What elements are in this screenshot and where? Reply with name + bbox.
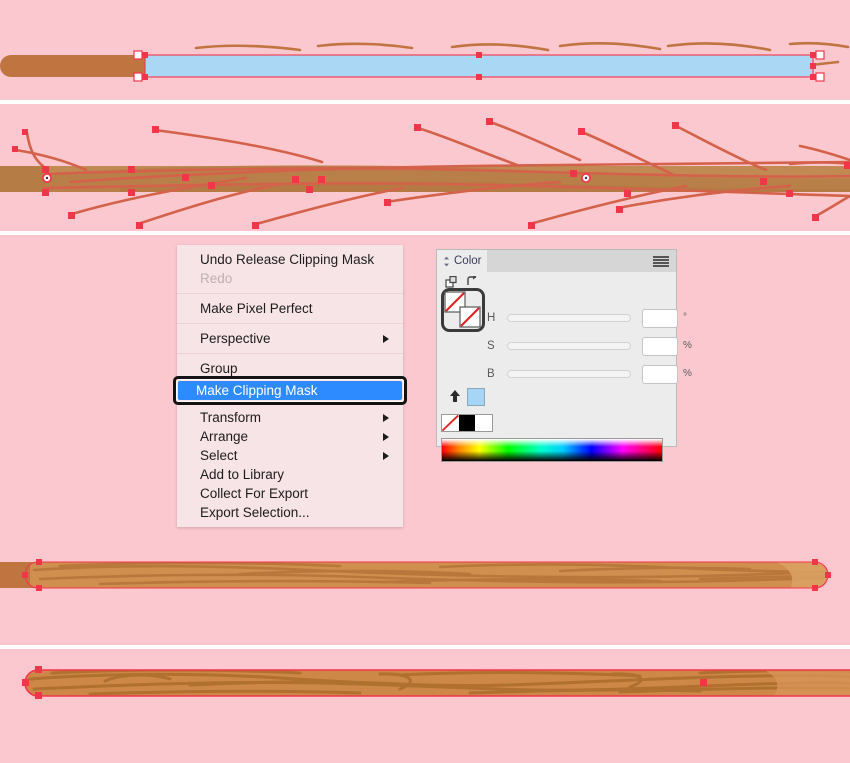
white-swatch[interactable] xyxy=(475,415,492,431)
menu-item-label: Export Selection... xyxy=(200,505,310,520)
artboard-band-3 xyxy=(0,235,850,548)
saturation-input[interactable] xyxy=(642,337,678,356)
artboard-band-2 xyxy=(0,104,850,231)
menu-item-label: Select xyxy=(200,448,238,463)
slider-row-s[interactable]: S % xyxy=(487,336,692,356)
panel-tab-bar: Color xyxy=(437,250,676,272)
menu-item-make-clipping-mask-highlight[interactable]: Make Clipping Mask xyxy=(173,376,407,405)
menu-item-label: Perspective xyxy=(200,331,271,346)
slider-row-b[interactable]: B % xyxy=(487,364,692,384)
default-fill-stroke-icon xyxy=(445,276,457,288)
saturation-unit: % xyxy=(683,340,692,351)
band5-artwork xyxy=(22,666,850,699)
menu-group-perspective: Perspective xyxy=(177,324,403,353)
menu-item-make-clipping-mask[interactable]: Make Clipping Mask xyxy=(178,381,402,400)
artboard-band-1 xyxy=(0,0,850,100)
menu-item-collect-for-export[interactable]: Collect For Export xyxy=(177,484,403,503)
hue-input[interactable] xyxy=(642,309,678,328)
chevron-right-icon xyxy=(383,432,389,441)
menu-item-export-selection[interactable]: Export Selection... xyxy=(177,503,403,522)
chevron-right-icon xyxy=(383,451,389,460)
menu-item-transform[interactable]: Transform xyxy=(177,408,403,427)
chevron-right-icon xyxy=(383,413,389,422)
selected-blue-rect[interactable] xyxy=(145,55,813,77)
color-spectrum-ramp[interactable] xyxy=(441,438,663,462)
brightness-unit: % xyxy=(683,368,692,379)
menu-item-label: Collect For Export xyxy=(200,486,309,501)
slider-track-s[interactable] xyxy=(507,342,631,350)
color-panel[interactable]: Color H ° S % B % xyxy=(436,249,692,462)
band4-artwork xyxy=(0,559,831,591)
menu-item-add-to-library[interactable]: Add to Library xyxy=(177,465,403,484)
menu-item-label: Add to Library xyxy=(200,467,285,482)
quick-swatches[interactable] xyxy=(441,414,493,432)
menu-item-perspective[interactable]: Perspective xyxy=(177,329,403,348)
slider-label-s: S xyxy=(487,340,495,352)
fill-stroke-swatch-stack[interactable] xyxy=(441,288,485,332)
stick-tail-bar xyxy=(0,55,150,77)
wood-bar-tail xyxy=(0,166,46,192)
swap-fill-stroke-icon xyxy=(467,276,477,285)
color-panel-body: H ° S % B % xyxy=(437,272,692,462)
slider-track-h[interactable] xyxy=(507,314,631,322)
menu-item-select[interactable]: Select xyxy=(177,446,403,465)
slider-label-b: B xyxy=(487,368,495,380)
menu-item-redo: Redo xyxy=(177,269,403,288)
menu-item-label: Arrange xyxy=(200,429,249,444)
black-swatch[interactable] xyxy=(458,415,476,431)
band2-artwork xyxy=(0,118,850,229)
none-swatch[interactable] xyxy=(442,415,459,431)
band1-artwork xyxy=(0,41,850,82)
menu-group-undo: Undo Release Clipping Mask Redo xyxy=(177,245,403,293)
illustrator-canvas: Undo Release Clipping Mask Redo Make Pix… xyxy=(0,0,850,763)
menu-item-undo-release-clipping-mask[interactable]: Undo Release Clipping Mask xyxy=(177,250,403,269)
chevron-right-icon xyxy=(383,334,389,343)
menu-item-label: Group xyxy=(200,361,238,376)
menu-item-label: Make Clipping Mask xyxy=(196,383,318,398)
hue-unit: ° xyxy=(683,312,687,323)
hamburger-icon[interactable] xyxy=(653,256,669,267)
add-to-swatches-icon[interactable] xyxy=(448,389,462,404)
slider-label-h: H xyxy=(487,312,496,324)
slider-row-h[interactable]: H ° xyxy=(487,308,687,328)
menu-group-transform: Transform Arrange Select Add to Library … xyxy=(177,403,403,527)
menu-item-arrange[interactable]: Arrange xyxy=(177,427,403,446)
chevron-updown-icon xyxy=(444,256,449,266)
menu-item-label: Undo Release Clipping Mask xyxy=(200,252,375,267)
menu-item-label: Make Pixel Perfect xyxy=(200,301,313,316)
menu-item-label: Transform xyxy=(200,410,262,425)
slider-track-b[interactable] xyxy=(507,370,631,378)
clipped-wood-4 xyxy=(30,562,828,588)
menu-group-pixel: Make Pixel Perfect xyxy=(177,294,403,323)
tab-color-label: Color xyxy=(454,255,482,267)
clipped-wood-5 xyxy=(25,670,850,696)
current-color-swatch[interactable] xyxy=(467,388,485,406)
menu-item-make-pixel-perfect[interactable]: Make Pixel Perfect xyxy=(177,299,403,318)
swap-and-default-icons[interactable] xyxy=(445,276,485,288)
brightness-input[interactable] xyxy=(642,365,678,384)
artboard-band-5 xyxy=(0,649,850,763)
menu-item-label: Redo xyxy=(200,271,233,286)
tab-color[interactable]: Color xyxy=(437,250,487,272)
artboard-band-4 xyxy=(0,548,850,645)
